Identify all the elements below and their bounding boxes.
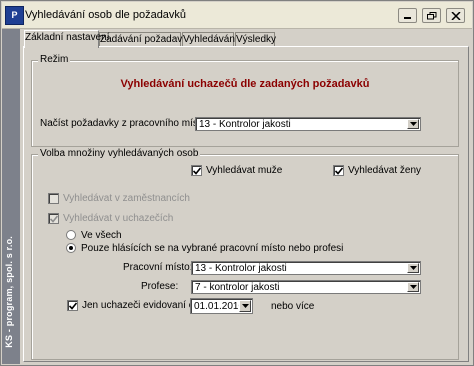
profession-select[interactable]: 7 - kontrolor jakosti <box>191 280 421 294</box>
restore-button[interactable] <box>422 8 441 23</box>
app-logo-icon: P <box>5 6 24 25</box>
position-label: Pracovní místo: <box>123 262 193 273</box>
radio-only[interactable] <box>66 243 76 253</box>
checkmark-icon <box>50 215 58 223</box>
search-applicants-label: Vyhledávat v uchazečích <box>63 213 174 224</box>
checkmark-icon <box>193 167 201 175</box>
close-icon <box>451 12 461 20</box>
registered-from-label: Jen uchazeči evidovaní od: <box>82 300 203 311</box>
search-women-label: Vyhledávat ženy <box>348 165 422 176</box>
window-title: Vyhledávání osob dle požadavků <box>25 9 187 21</box>
search-applicants-checkbox[interactable] <box>48 213 59 224</box>
radio-selected-dot <box>69 246 73 250</box>
restore-icon <box>427 12 437 20</box>
position-value: 13 - Kontrolor jakosti <box>195 263 287 274</box>
registered-from-checkbox[interactable] <box>67 300 78 311</box>
registered-from-date-input[interactable]: 01.01.2010 <box>190 298 253 314</box>
vendor-sidebar: KS - program, spol. s r.o. <box>2 29 20 364</box>
checkmark-icon <box>69 302 77 310</box>
chevron-down-icon[interactable] <box>407 263 419 273</box>
load-requirements-select[interactable]: 13 - Kontrolor jakosti <box>195 117 421 131</box>
volba-legend: Volba množiny vyhledávaných osob <box>38 148 201 159</box>
mode-heading: Vyhledávání uchazečů dle zadaných požada… <box>120 78 370 90</box>
radio-only-label: Pouze hlásících se na vybrané pracovní m… <box>81 243 344 254</box>
load-requirements-label: Načíst požadavky z pracovního místa: <box>40 118 209 129</box>
tab-zakladni-nastaveni[interactable]: Základní nastavení <box>24 30 110 48</box>
radio-all[interactable] <box>66 230 76 240</box>
search-men-checkbox[interactable] <box>191 165 202 176</box>
tab-vysledky[interactable]: Výsledky <box>235 32 276 47</box>
settings-panel: Režim Vyhledávání uchazečů dle zadaných … <box>23 46 469 362</box>
chevron-down-icon[interactable] <box>239 300 251 312</box>
search-employees-label: Vyhledávat v zaměstnancích <box>63 193 190 204</box>
radio-all-label: Ve všech <box>81 230 122 241</box>
profession-value: 7 - kontrolor jakosti <box>195 282 280 293</box>
search-women-checkbox[interactable] <box>333 165 344 176</box>
registered-from-date-value: 01.01.2010 <box>194 301 245 312</box>
rezim-legend: Režim <box>38 54 71 65</box>
tab-vyhledavani[interactable]: Vyhledávání <box>182 32 238 47</box>
vendor-text: KS - program, spol. s r.o. <box>4 236 14 348</box>
close-button[interactable] <box>446 8 465 23</box>
main-window: P Vyhledávání osob dle požadavků KS - pr… <box>0 0 474 366</box>
rezim-group: Režim Vyhledávání uchazečů dle zadaných … <box>31 54 459 147</box>
search-men-label: Vyhledávat muže <box>206 165 283 176</box>
registered-from-suffix: nebo více <box>271 301 315 312</box>
profession-label: Profese: <box>141 281 179 292</box>
search-employees-checkbox[interactable] <box>48 193 59 204</box>
position-select[interactable]: 13 - Kontrolor jakosti <box>191 261 421 275</box>
minimize-button[interactable] <box>398 8 417 23</box>
volba-group: Volba množiny vyhledávaných osob Vyhledá… <box>31 148 459 360</box>
tab-zadavani-pozadavku[interactable]: Zadávání požadavků <box>99 32 193 47</box>
minimize-icon <box>404 17 411 19</box>
checkmark-icon <box>335 167 343 175</box>
title-bar[interactable]: P Vyhledávání osob dle požadavků <box>2 2 472 29</box>
load-requirements-value: 13 - Kontrolor jakosti <box>199 119 291 130</box>
chevron-down-icon[interactable] <box>407 282 419 292</box>
chevron-down-icon[interactable] <box>407 119 419 129</box>
